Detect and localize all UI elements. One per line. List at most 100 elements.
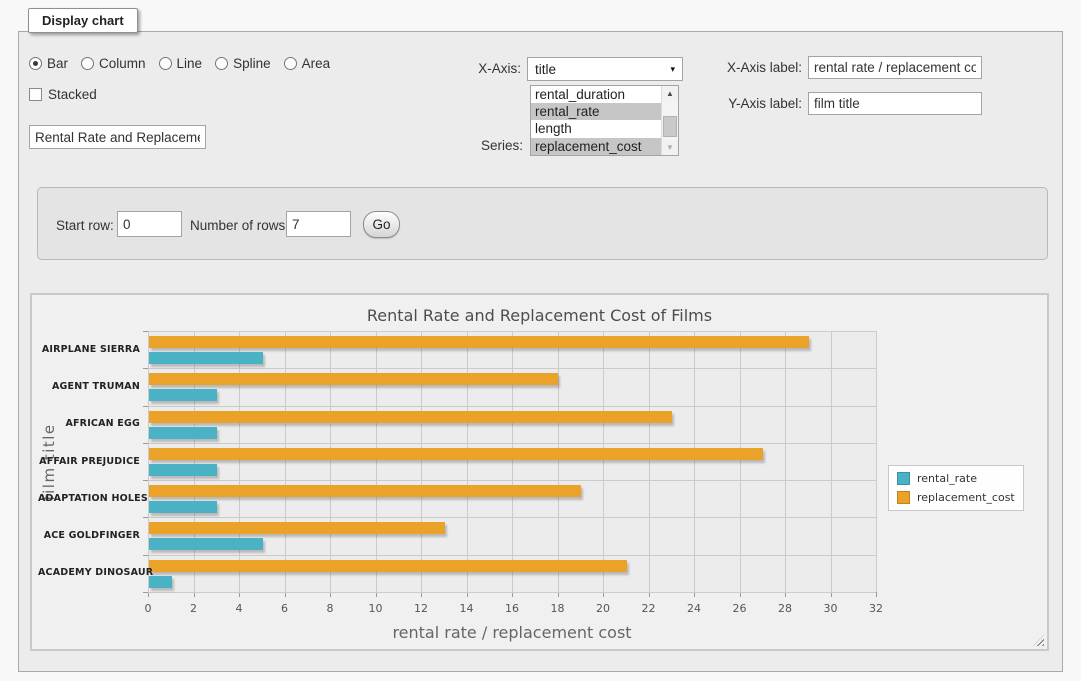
bar-rental_rate[interactable] <box>149 427 217 439</box>
stacked-option: Stacked <box>29 87 97 102</box>
series-options: rental_durationrental_ratelengthreplacem… <box>531 86 661 155</box>
go-button[interactable]: Go <box>363 211 400 238</box>
horizontal-gridline <box>148 331 876 332</box>
radio-icon[interactable] <box>215 57 228 70</box>
vertical-gridline <box>785 331 786 592</box>
x-tick-label: 28 <box>765 602 805 615</box>
horizontal-gridline <box>148 592 876 593</box>
chart-type-option-line[interactable]: Line <box>159 56 203 71</box>
vertical-gridline <box>558 331 559 592</box>
radio-icon[interactable] <box>284 57 297 70</box>
bar-replacement_cost[interactable] <box>149 485 581 497</box>
radio-label: Area <box>302 56 331 71</box>
chart-type-option-area[interactable]: Area <box>284 56 331 71</box>
horizontal-gridline <box>148 480 876 481</box>
vertical-gridline <box>330 331 331 592</box>
x-tick-label: 10 <box>356 602 396 615</box>
bar-rental_rate[interactable] <box>149 352 263 364</box>
bar-replacement_cost[interactable] <box>149 448 763 460</box>
chart-type-option-spline[interactable]: Spline <box>215 56 271 71</box>
legend-entry-replacement_cost[interactable]: replacement_cost <box>897 491 1015 504</box>
vertical-gridline <box>876 331 877 592</box>
x-tick-label: 4 <box>219 602 259 615</box>
series-option-rental_duration[interactable]: rental_duration <box>531 86 661 103</box>
x-axis-label-input[interactable] <box>808 56 982 79</box>
x-tick-label: 22 <box>629 602 669 615</box>
vertical-gridline <box>603 331 604 592</box>
scrollbar-thumb[interactable] <box>663 116 677 137</box>
start-row-label: Start row: <box>56 218 114 233</box>
x-tick-label: 32 <box>856 602 896 615</box>
resize-handle-icon[interactable] <box>1033 635 1044 646</box>
y-axis-tick <box>143 443 148 444</box>
x-axis-select-value: title <box>535 62 556 77</box>
row-range-panel <box>37 187 1048 260</box>
category-label: AFRICAN EGG <box>38 418 140 429</box>
bar-replacement_cost[interactable] <box>149 411 672 423</box>
bar-rental_rate[interactable] <box>149 538 263 550</box>
chevron-down-icon: ▾ <box>670 64 675 75</box>
vertical-gridline <box>285 331 286 592</box>
x-axis-select-label: X-Axis: <box>445 61 521 76</box>
series-option-length[interactable]: length <box>531 120 661 137</box>
chart-type-option-column[interactable]: Column <box>81 56 146 71</box>
y-axis-tick <box>143 406 148 407</box>
x-axis-title: rental rate / replacement cost <box>148 623 876 642</box>
bar-replacement_cost[interactable] <box>149 336 809 348</box>
y-axis-label-input[interactable] <box>808 92 982 115</box>
scroll-up-icon[interactable]: ▲ <box>662 86 678 101</box>
scroll-down-icon[interactable]: ▼ <box>662 140 678 155</box>
radio-label: Bar <box>47 56 68 71</box>
series-option-replacement_cost[interactable]: replacement_cost <box>531 138 661 155</box>
legend-label: replacement_cost <box>917 491 1015 504</box>
chart-title: Rental Rate and Replacement Cost of Film… <box>32 306 1047 325</box>
y-axis-tick <box>143 555 148 556</box>
category-label: ACE GOLDFINGER <box>38 530 140 541</box>
category-label: AFFAIR PREJUDICE <box>38 456 140 467</box>
radio-label: Spline <box>233 56 271 71</box>
radio-icon[interactable] <box>29 57 42 70</box>
y-axis-tick <box>143 331 148 332</box>
chart-type-option-bar[interactable]: Bar <box>29 56 68 71</box>
vertical-gridline <box>376 331 377 592</box>
listbox-scrollbar[interactable]: ▲ ▼ <box>661 86 678 155</box>
bar-replacement_cost[interactable] <box>149 522 445 534</box>
x-tick-label: 12 <box>401 602 441 615</box>
vertical-gridline <box>694 331 695 592</box>
vertical-gridline <box>194 331 195 592</box>
number-of-rows-input[interactable] <box>286 211 351 237</box>
y-axis-label-label: Y-Axis label: <box>712 96 802 111</box>
number-of-rows-label: Number of rows: <box>190 218 289 233</box>
y-axis-tick <box>143 480 148 481</box>
x-tick-label: 18 <box>538 602 578 615</box>
legend-entry-rental_rate[interactable]: rental_rate <box>897 472 1015 485</box>
x-axis-select[interactable]: title ▾ <box>527 57 683 81</box>
chart-type-radio-group: Bar Column Line Spline Area <box>29 56 330 71</box>
stacked-checkbox[interactable] <box>29 88 42 101</box>
fieldset-legend: Display chart <box>28 8 138 33</box>
start-row-input[interactable] <box>117 211 182 237</box>
legend-swatch-icon <box>897 472 910 485</box>
legend-label: rental_rate <box>917 472 977 485</box>
chart-title-input[interactable] <box>29 125 206 149</box>
horizontal-gridline <box>148 443 876 444</box>
bar-replacement_cost[interactable] <box>149 560 627 572</box>
bar-rental_rate[interactable] <box>149 389 217 401</box>
bar-rental_rate[interactable] <box>149 464 217 476</box>
series-listbox[interactable]: rental_durationrental_ratelengthreplacem… <box>530 85 679 156</box>
y-axis-tick <box>143 592 148 593</box>
x-tick-label: 16 <box>492 602 532 615</box>
bar-replacement_cost[interactable] <box>149 373 558 385</box>
radio-icon[interactable] <box>159 57 172 70</box>
page: Display chart Bar Column Line Spline Area St… <box>0 0 1081 681</box>
series-option-rental_rate[interactable]: rental_rate <box>531 103 661 120</box>
radio-label: Column <box>99 56 146 71</box>
radio-icon[interactable] <box>81 57 94 70</box>
bar-rental_rate[interactable] <box>149 501 217 513</box>
series-list-label: Series: <box>455 138 523 153</box>
x-tick-label: 8 <box>310 602 350 615</box>
category-label: AGENT TRUMAN <box>38 381 140 392</box>
y-axis-tick <box>143 368 148 369</box>
x-tick-label: 0 <box>128 602 168 615</box>
vertical-gridline <box>148 331 149 592</box>
